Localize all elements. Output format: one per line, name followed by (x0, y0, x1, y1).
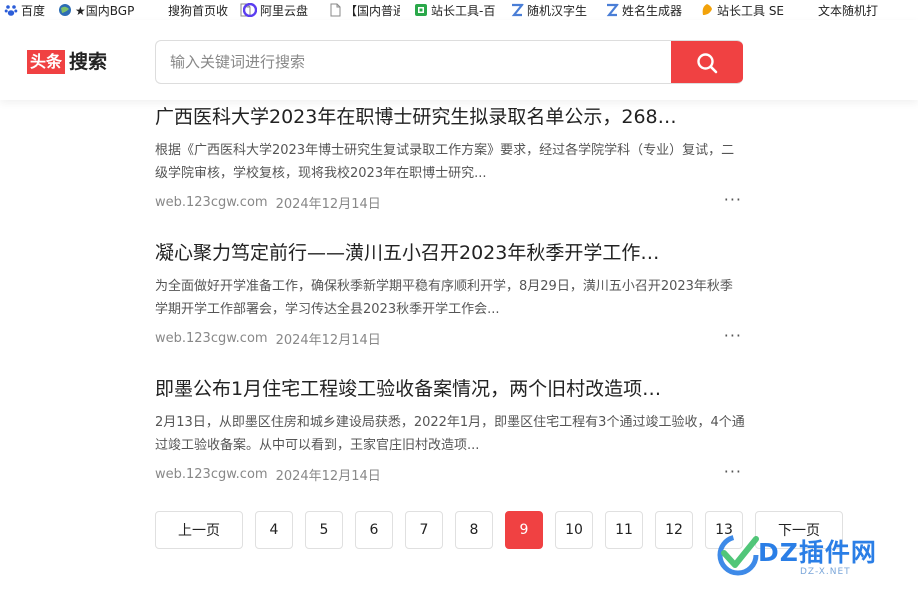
result-date: 2024年12月14日 (275, 196, 381, 212)
pagination: 上一页 4 5 6 7 8 9 10 11 12 13 下一页 (0, 511, 918, 549)
result-meta: web.123cgw.com 2024年12月14日 ··· (155, 464, 745, 484)
bookmark-random-hanzi[interactable]: 随机汉字生 (510, 0, 592, 20)
bookmark-baidu[interactable]: 百度 (4, 0, 45, 20)
bookmark-label: 姓名生成器 (622, 3, 683, 18)
bookmark-label: 【国内普通 (345, 3, 400, 18)
search-icon (697, 53, 718, 74)
bookmark-label: 站长工具-百 (431, 3, 496, 18)
result-snippet: 根据《广西医科大学2023年博士研究生复试录取工作方案》要求，经过各学院学科（专… (155, 143, 735, 181)
result-title[interactable]: 即墨公布1月住宅工程竣工验收备案情况，两个旧村改造项… (155, 375, 745, 403)
more-options-icon[interactable]: ··· (724, 464, 742, 484)
bookmark-bgp[interactable]: ★国内BGP (58, 0, 138, 20)
aliyun-drive-icon (243, 3, 257, 17)
bookmark-name-generator[interactable]: 姓名生成器 (605, 0, 687, 20)
more-options-icon[interactable]: ··· (724, 328, 742, 348)
search-result: 即墨公布1月住宅工程竣工验收备案情况，两个旧村改造项… 2月13日，从即墨区住房… (155, 375, 745, 484)
logo-word: 搜索 (69, 51, 108, 73)
page-button-5[interactable]: 5 (305, 511, 343, 549)
logo-box: 头条 (27, 50, 66, 74)
blank-page-icon (330, 3, 341, 17)
bookmark-label: 百度 (21, 3, 46, 18)
result-title[interactable]: 广西医科大学2023年在职博士研究生拟录取名单公示，268… (155, 103, 745, 131)
page-button-8[interactable]: 8 (455, 511, 493, 549)
search-input[interactable] (156, 41, 671, 83)
bookmark-guonei[interactable]: 【国内普通 (328, 0, 400, 20)
next-page-button[interactable]: 下一页 (755, 511, 843, 549)
search-header: 头条 搜索 (0, 20, 918, 100)
result-snippet: 2月13日，从即墨区住房和城乡建设局获悉，2022年1月，即墨区住宅工程有3个通… (155, 415, 745, 453)
bookmark-label: 阿里云盘 (260, 3, 309, 18)
toutiao-search-logo[interactable]: 头条 搜索 (27, 50, 107, 74)
more-options-icon[interactable]: ··· (724, 192, 742, 212)
bookmark-label: ★国内BGP (75, 3, 135, 18)
page-button-9-current[interactable]: 9 (505, 511, 543, 549)
bookmark-sogou[interactable]: 搜狗首页收 (168, 0, 230, 20)
search-result: 广西医科大学2023年在职博士研究生拟录取名单公示，268… 根据《广西医科大学… (155, 103, 745, 212)
bookmark-chinaz[interactable]: 站长工具-百 (414, 0, 498, 20)
page-button-4[interactable]: 4 (255, 511, 293, 549)
baidu-paw-icon (4, 5, 18, 16)
result-source: web.123cgw.com (155, 330, 268, 346)
bookmark-chinaz-seo[interactable]: 站长工具 SE (700, 0, 786, 20)
chinaz-icon (702, 4, 712, 15)
chinaz-icon (415, 4, 427, 16)
result-meta: web.123cgw.com 2024年12月14日 ··· (155, 328, 745, 348)
search-button[interactable] (671, 41, 743, 83)
z-letter-icon (606, 3, 619, 17)
page-button-10[interactable]: 10 (555, 511, 593, 549)
bookmarks-bar: 百度 ★国内BGP 搜狗首页收 阿里云盘 【国内普通 站长工具-百 随机汉字生 (0, 0, 918, 20)
page-button-6[interactable]: 6 (355, 511, 393, 549)
result-title[interactable]: 凝心聚力笃定前行——潢川五小召开2023年秋季开学工作… (155, 239, 745, 267)
result-date: 2024年12月14日 (275, 468, 381, 484)
watermark-subtext: DZ-X.NET (800, 567, 851, 577)
search-result: 凝心聚力笃定前行——潢川五小召开2023年秋季开学工作… 为全面做好开学准备工作… (155, 239, 745, 348)
prev-page-button[interactable]: 上一页 (155, 511, 243, 549)
result-source: web.123cgw.com (155, 466, 268, 482)
bookmark-label: 文本随机打 (818, 3, 879, 18)
search-bar (155, 40, 743, 84)
result-date: 2024年12月14日 (275, 332, 381, 348)
result-source: web.123cgw.com (155, 194, 268, 210)
bookmark-text-random[interactable]: 文本随机打 (818, 0, 918, 20)
result-meta: web.123cgw.com 2024年12月14日 ··· (155, 192, 745, 212)
bookmark-label: 随机汉字生 (527, 3, 588, 18)
bookmark-label: 搜狗首页收 (168, 3, 229, 18)
bookmark-label: 站长工具 SE (717, 3, 785, 18)
bookmark-aliyun[interactable]: 阿里云盘 (243, 0, 308, 20)
page-button-11[interactable]: 11 (605, 511, 643, 549)
page-button-13[interactable]: 13 (705, 511, 743, 549)
z-letter-icon (511, 3, 524, 17)
browser-page: 百度 ★国内BGP 搜狗首页收 阿里云盘 【国内普通 站长工具-百 随机汉字生 (0, 0, 918, 595)
result-snippet: 为全面做好开学准备工作，确保秋季新学期平稳有序顺利开学，8月29日，潢川五小召开… (155, 279, 733, 317)
page-button-7[interactable]: 7 (405, 511, 443, 549)
page-button-12[interactable]: 12 (655, 511, 693, 549)
globe-icon (59, 4, 71, 16)
